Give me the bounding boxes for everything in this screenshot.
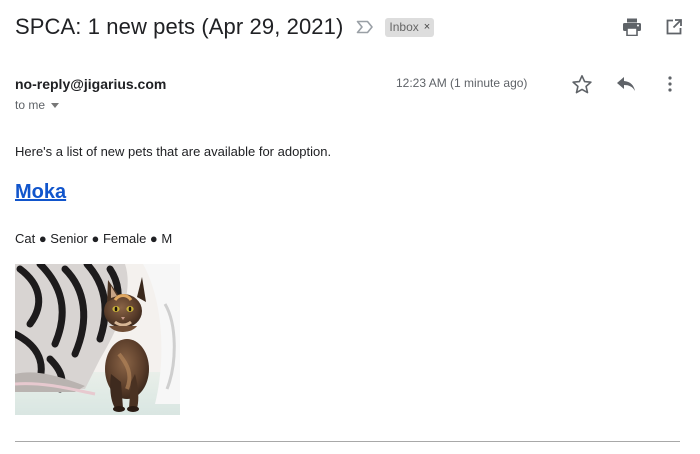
pet-details: Cat ● Senior ● Female ● M <box>15 231 173 246</box>
email-timestamp: 12:23 AM (1 minute ago) <box>396 76 528 90</box>
chevron-down-icon[interactable] <box>51 102 60 108</box>
more-vert-icon[interactable] <box>658 72 682 96</box>
email-intro-text: Here's a list of new pets that are avail… <box>15 144 332 159</box>
cat-photo-illustration <box>15 264 180 415</box>
importance-marker-icon[interactable] <box>355 17 375 37</box>
email-subject: SPCA: 1 new pets (Apr 29, 2021) <box>15 14 344 39</box>
sender-address[interactable]: no-reply@jigarius.com <box>15 76 166 92</box>
content-divider <box>15 441 680 442</box>
subject-row: SPCA: 1 new pets (Apr 29, 2021) Inbox × <box>15 10 686 44</box>
recipient-text: to me <box>15 98 46 112</box>
recipient-line[interactable]: to me <box>15 98 60 112</box>
print-icon[interactable] <box>620 15 644 39</box>
inbox-label-chip[interactable]: Inbox × <box>385 17 435 37</box>
remove-label-button[interactable]: × <box>424 21 430 33</box>
reply-icon[interactable] <box>614 72 638 96</box>
email-view: SPCA: 1 new pets (Apr 29, 2021) Inbox × <box>0 0 700 454</box>
message-actions <box>570 72 682 96</box>
star-icon[interactable] <box>570 72 594 96</box>
inbox-label-text: Inbox <box>389 20 419 34</box>
pet-photo[interactable] <box>15 264 180 415</box>
open-in-new-window-icon[interactable] <box>662 15 686 39</box>
subject-actions <box>620 15 686 39</box>
pet-name-link[interactable]: Moka <box>15 181 66 204</box>
